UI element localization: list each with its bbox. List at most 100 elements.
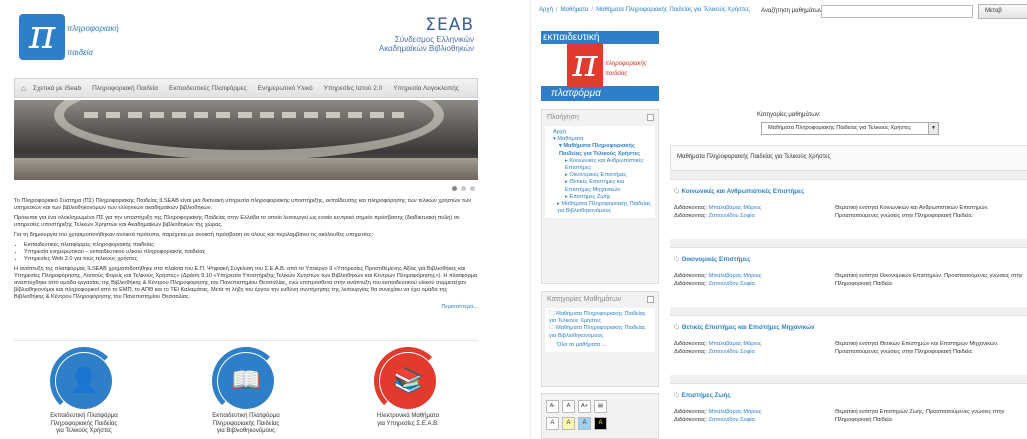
- seab-logo[interactable]: ΣΕΑΒ Σύνδεσμος Ελληνικών Ακαδημαϊκών Βιβ…: [379, 15, 474, 53]
- logo-word-1: πληροφοριακή: [67, 24, 119, 33]
- moodle-course-page: Αρχή / Μαθήματα / Μαθήματα Πληροφοριακής Παι…: [530, 0, 1027, 439]
- course-title-link[interactable]: 🗘 Οικονομικές Επιστήμες: [674, 254, 750, 265]
- category-heading: Μαθήματα Πληροφοριακής Παιδείας για Τελι…: [670, 145, 1027, 171]
- breadcrumb: Αρχή / Μαθήματα / Μαθήματα Πληροφοριακής Παι…: [539, 7, 750, 13]
- librarian-icon: 📖: [212, 347, 280, 415]
- font-reset-button[interactable]: A: [562, 400, 575, 413]
- color-scheme-yellow-button[interactable]: A: [562, 417, 575, 430]
- logo-word-2: παιδεία: [67, 48, 93, 57]
- all-courses-link[interactable]: Όλα τα μαθήματα ...: [549, 342, 651, 349]
- iseab-logo[interactable]: π πληροφοριακή παιδεία: [19, 12, 119, 66]
- nav-item-web20[interactable]: Υπηρεσίες Ιστού 2.0: [324, 85, 383, 92]
- collapse-icon[interactable]: [647, 296, 654, 303]
- teacher-link[interactable]: Ζαπουνίδου Σοφία: [709, 281, 755, 287]
- course-icon: 🗘: [674, 392, 680, 399]
- list-item: Εκπαιδευτικές πλατφόρμες πληροφοριακής π…: [24, 242, 478, 249]
- iseab-homepage: π πληροφοριακή παιδεία ΣΕΑΒ Σύνδεσμος Ελ…: [0, 0, 492, 439]
- course-item: 🗘 Κοινωνικές και Ανθρωπιστικές Επιστήμες …: [670, 179, 1027, 239]
- teacher-link[interactable]: Μπαλαβάρας Μάριος: [709, 341, 762, 347]
- card-end-users[interactable]: 👤 Εκπαιδευτική Πλατφόρμα Πληροφοριακής Π…: [24, 347, 144, 436]
- hero-slideshow-image: [14, 100, 478, 180]
- list-item: Υπηρεσία ενημερωτικού – εκπαιδευτικού υλ…: [24, 249, 478, 256]
- breadcrumb-category[interactable]: Μαθήματα Πληροφοριακής Παιδείας για Τελι…: [596, 7, 750, 13]
- platform-cards: 👤 Εκπαιδευτική Πλατφόρμα Πληροφοριακής Π…: [14, 340, 478, 439]
- course-categories-block: Κατηγορίες Μαθημάτων 🗀 Μαθήματα Πληροφορ…: [541, 291, 659, 387]
- category-link[interactable]: 🗀 Μαθήματα Πληροφοριακής Παιδείας για Τε…: [549, 311, 651, 325]
- font-smaller-button[interactable]: A-: [546, 400, 559, 413]
- teacher-link[interactable]: Ζαπουνίδου Σοφία: [709, 417, 755, 423]
- intro-text: Το Πληροφοριακό Σύστημα (ΠΣ) Πληροφοριακ…: [14, 198, 478, 314]
- color-scheme-white-button[interactable]: A: [546, 417, 559, 430]
- block-title: Πλοήγηση: [547, 114, 579, 121]
- course-item: 🗘 Επιστήμες Ζωής Διδάσκοντας: Μπαλαβάρας …: [670, 383, 1027, 439]
- slide-dot[interactable]: [452, 186, 457, 191]
- nav-tree-item[interactable]: ▸ Επιστήμες Ζωής: [549, 194, 651, 201]
- teacher-link[interactable]: Ζαπουνίδου Σοφία: [709, 349, 755, 355]
- intro-paragraph: Η ανάπτυξη της πλατφόρμας ILSEAB χρηματο…: [14, 266, 478, 300]
- pi-logo-icon: π: [567, 43, 603, 87]
- breadcrumb-courses[interactable]: Μαθήματα: [561, 7, 589, 13]
- course-title-link[interactable]: 🗘 Θετικές Επιστήμες και Επιστήμες Μηχανικ…: [674, 322, 815, 333]
- accessibility-block: A- A A+ ▤ A A A A: [541, 393, 659, 439]
- intro-paragraph: Για τη δημιουργία του χρησιμοποιήθηκαν α…: [14, 232, 374, 238]
- main-nav: ⌂ Σχετικά με iSeab Πληροφοριακή Παιδεία …: [14, 78, 478, 98]
- list-item: Υπηρεσίες Web 2.0 για τους τελικούς χρήσ…: [24, 256, 478, 263]
- course-icon: 🗘: [674, 256, 680, 263]
- navigation-block: Πλοήγηση Αρχή ▾ Μαθήματα ▾ Μαθήματα Πληρ…: [541, 109, 659, 284]
- nav-item-platforms[interactable]: Εκπαιδευτικές Πλατφόρμες: [169, 85, 247, 92]
- card-elearning[interactable]: 📚 Ηλεκτρονικά Μαθήματα για Υπηρεσίες Σ.Ε…: [348, 347, 468, 428]
- book-icon: 📚: [374, 347, 442, 415]
- course-summary: Θεματική ενότητα Θετικών Επιστημών και Ε…: [835, 341, 999, 355]
- pi-logo-icon: π: [19, 14, 65, 60]
- seab-line-2: Ακαδημαϊκών Βιβλιοθηκών: [378, 44, 474, 53]
- card-librarians[interactable]: 📖 Εκπαιδευτική Πλατφόρμα Πληροφοριακής Π…: [186, 347, 306, 436]
- color-scheme-blue-button[interactable]: A: [578, 417, 591, 430]
- category-select-label: Κατηγορίες μαθημάτων:: [757, 112, 821, 118]
- nav-tree-item[interactable]: ▾ Μαθήματα Πληροφοριακής Παιδείας για Τε…: [549, 143, 651, 157]
- user-icon: 👤: [50, 347, 118, 415]
- color-scheme-black-button[interactable]: A: [594, 417, 607, 430]
- course-item: 🗘 Θετικές Επιστήμες και Επιστήμες Μηχανικ…: [670, 315, 1027, 375]
- teacher-link[interactable]: Ζαπουνίδου Σοφία: [709, 213, 755, 219]
- category-link[interactable]: 🗀 Μαθήματα Πληροφοριακής Παιδείας για Βι…: [549, 325, 651, 339]
- course-summary: Θεματική ενότητα Κοινωνικών και Ανθρωπισ…: [835, 205, 989, 219]
- teacher-link[interactable]: Μπαλαβάρας Μάριος: [709, 205, 762, 211]
- navigation-tree: Αρχή ▾ Μαθήματα ▾ Μαθήματα Πληροφοριακής…: [545, 126, 655, 219]
- platform-logo[interactable]: εκπαιδευτική π πληροφοριακής παιδείας πλ…: [541, 31, 659, 101]
- nav-tree-item[interactable]: ▾ Μαθήματα: [549, 136, 651, 143]
- course-item: 🗘 Οικονομικές Επιστήμες Διδάσκοντας: Μπαλ…: [670, 247, 1027, 307]
- logo-word-1: πληροφοριακής: [605, 61, 647, 67]
- course-icon: 🗘: [674, 188, 680, 195]
- chevron-down-icon: ▼: [928, 122, 939, 135]
- teacher-link[interactable]: Μπαλαβάρας Μάριος: [709, 409, 762, 415]
- nav-item-about[interactable]: Σχετικά με iSeab: [33, 85, 81, 92]
- breadcrumb-home[interactable]: Αρχή: [539, 7, 553, 13]
- more-link[interactable]: Περισσότερα...: [14, 304, 478, 311]
- font-larger-button[interactable]: A+: [578, 400, 591, 413]
- category-select[interactable]: Μαθήματα Πληροφοριακής Παιδείας για Τελι…: [761, 122, 939, 135]
- home-icon[interactable]: ⌂: [21, 84, 33, 93]
- nav-item-material[interactable]: Ενημερωτικό Υλικό: [258, 85, 313, 92]
- nav-item-info-literacy[interactable]: Πληροφοριακή Παιδεία: [92, 85, 158, 92]
- logo-word-2: παιδείας: [605, 71, 628, 77]
- course-icon: 🗘: [674, 324, 680, 331]
- nav-tree-item[interactable]: ▸ Κοινωνικές και Ανθρωπιστικές Επιστήμες: [549, 158, 651, 172]
- nav-tree-item[interactable]: ▸ Μαθήματα Πληροφοριακής Παιδείας για Βι…: [549, 201, 651, 215]
- collapse-icon[interactable]: [647, 114, 654, 121]
- nav-tree-item[interactable]: ▸ Θετικές Επιστήμες και Επιστήμες Μηχανι…: [549, 179, 651, 193]
- search-go-button[interactable]: Μεταβ: [978, 4, 1027, 19]
- teacher-link[interactable]: Μπαλαβάρας Μάριος: [709, 273, 762, 279]
- nav-item-plagiarism[interactable]: Υπηρεσία Λογοκλοπής: [393, 85, 459, 92]
- slide-dot[interactable]: [470, 186, 475, 191]
- intro-paragraph: Το Πληροφοριακό Σύστημα (ΠΣ) Πληροφοριακ…: [14, 198, 472, 211]
- slide-dot[interactable]: [461, 186, 466, 191]
- course-title-link[interactable]: 🗘 Επιστήμες Ζωής: [674, 390, 731, 401]
- course-title-link[interactable]: 🗘 Κοινωνικές και Ανθρωπιστικές Επιστήμες: [674, 186, 804, 197]
- logo-bottom-text: πλατφόρμα: [551, 88, 601, 99]
- course-search-input[interactable]: [821, 5, 973, 18]
- seab-acronym: ΣΕΑΒ: [425, 15, 474, 35]
- course-search-label: Αναζήτηση μαθημάτων:: [761, 8, 824, 14]
- course-summary: Θεματική ενότητα Οικονομικών Επιστημών. …: [835, 273, 1023, 287]
- slideshow-dots: [452, 186, 475, 191]
- save-settings-icon[interactable]: ▤: [594, 400, 607, 413]
